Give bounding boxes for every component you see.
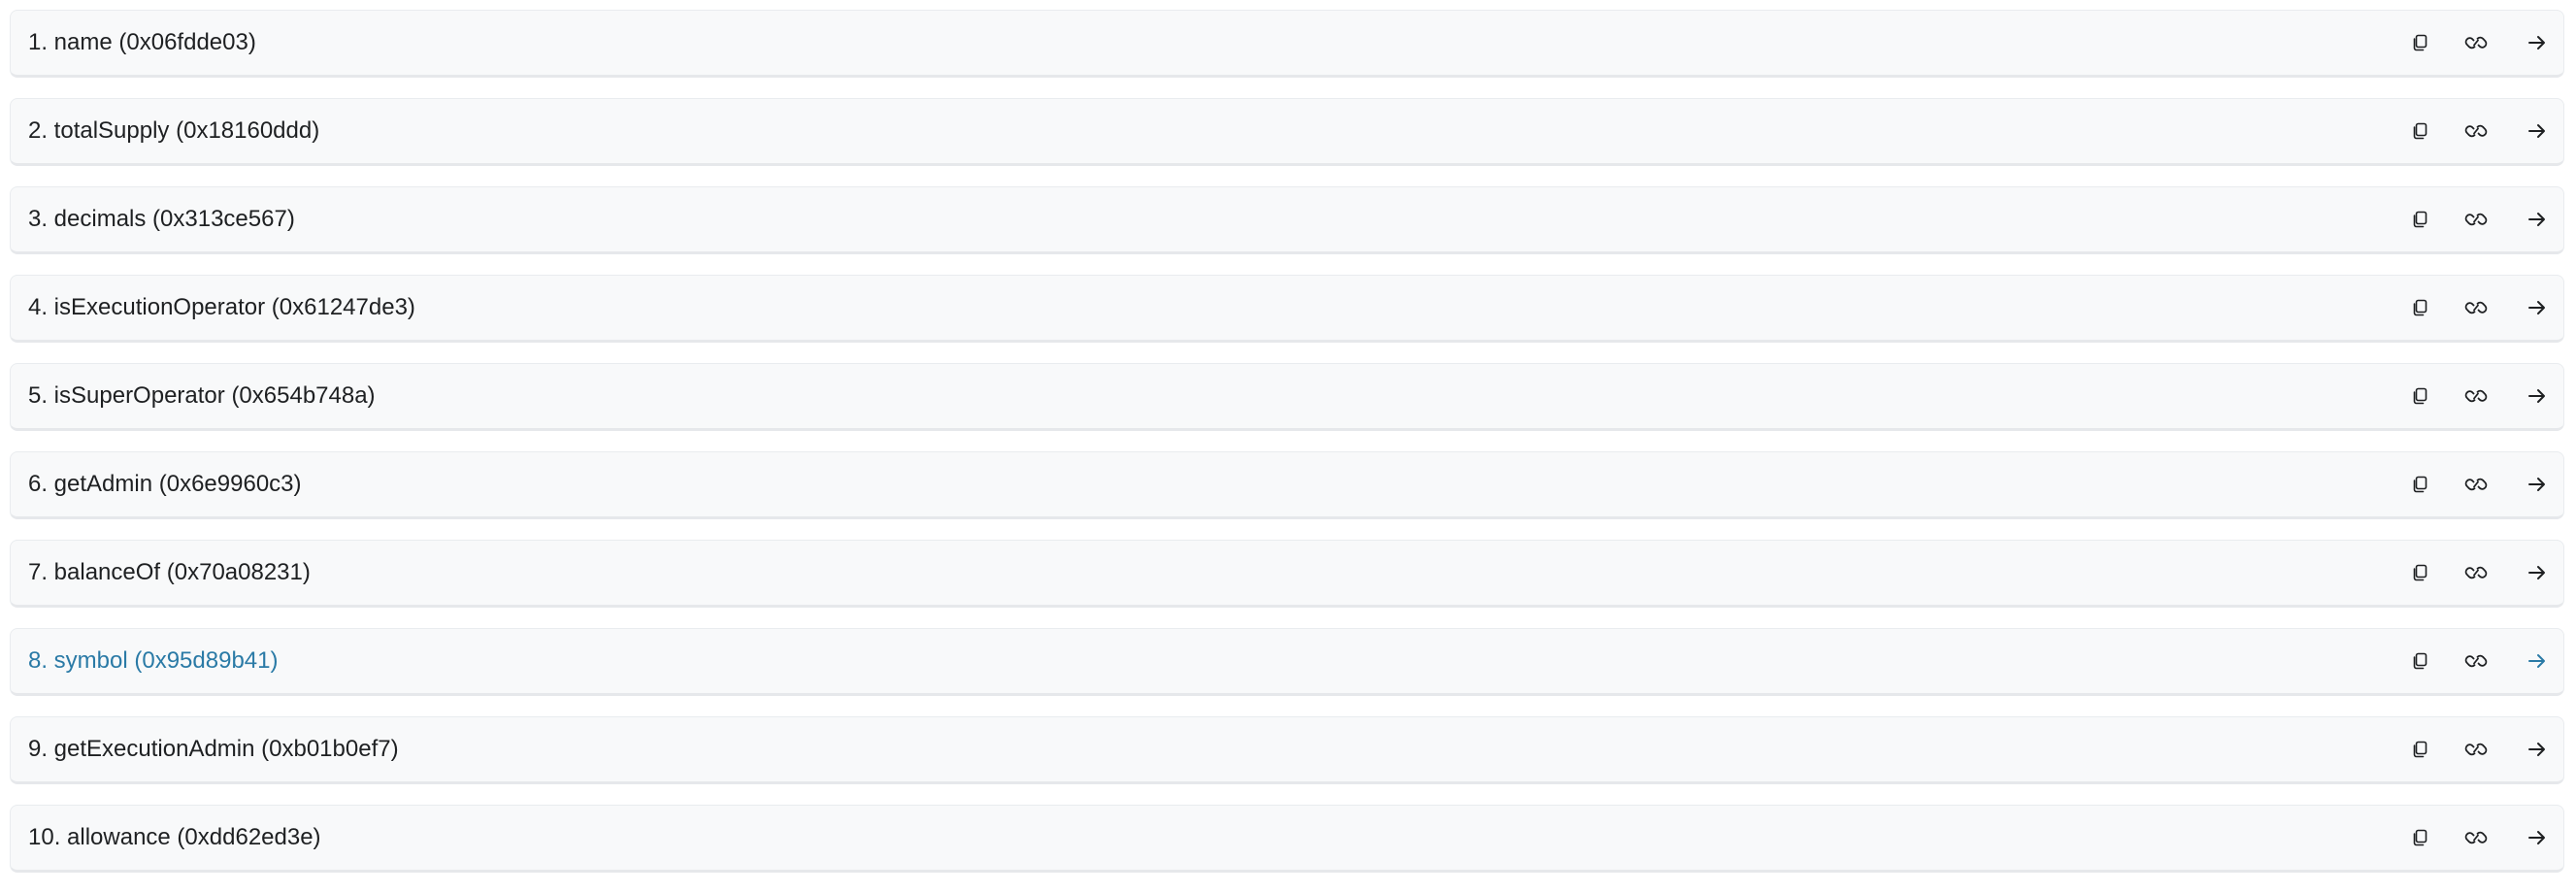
row-actions [2406, 11, 2563, 75]
copy-icon[interactable] [2406, 736, 2433, 763]
arrow-right-icon[interactable] [2524, 294, 2551, 321]
link-icon[interactable] [2462, 294, 2490, 321]
link-icon[interactable] [2462, 736, 2490, 763]
function-row-label: 9. getExecutionAdmin (0xb01b0ef7) [28, 736, 399, 762]
function-row-label: 1. name (0x06fdde03) [28, 29, 256, 55]
row-actions [2406, 187, 2563, 251]
function-row-label: 10. allowance (0xdd62ed3e) [28, 824, 321, 850]
function-row[interactable]: 1. name (0x06fdde03) [10, 10, 2564, 78]
arrow-right-icon[interactable] [2524, 824, 2551, 851]
copy-icon[interactable] [2406, 294, 2433, 321]
arrow-right-icon[interactable] [2524, 559, 2551, 586]
arrow-right-icon[interactable] [2524, 29, 2551, 56]
function-row[interactable]: 7. balanceOf (0x70a08231) [10, 540, 2564, 608]
row-actions [2406, 452, 2563, 516]
function-row-label: 6. getAdmin (0x6e9960c3) [28, 471, 302, 497]
function-row[interactable]: 8. symbol (0x95d89b41) [10, 628, 2564, 696]
function-row[interactable]: 9. getExecutionAdmin (0xb01b0ef7) [10, 716, 2564, 784]
row-actions [2406, 364, 2563, 428]
row-actions [2406, 629, 2563, 693]
function-row-label: 5. isSuperOperator (0x654b748a) [28, 382, 376, 409]
link-icon[interactable] [2462, 206, 2490, 233]
arrow-right-icon[interactable] [2524, 471, 2551, 498]
copy-icon[interactable] [2406, 559, 2433, 586]
link-icon[interactable] [2462, 29, 2490, 56]
copy-icon[interactable] [2406, 647, 2433, 675]
link-icon[interactable] [2462, 117, 2490, 145]
copy-icon[interactable] [2406, 471, 2433, 498]
copy-icon[interactable] [2406, 206, 2433, 233]
row-actions [2406, 276, 2563, 340]
function-row[interactable]: 3. decimals (0x313ce567) [10, 186, 2564, 254]
arrow-right-icon[interactable] [2524, 206, 2551, 233]
copy-icon[interactable] [2406, 824, 2433, 851]
function-row[interactable]: 6. getAdmin (0x6e9960c3) [10, 451, 2564, 519]
function-row-label: 8. symbol (0x95d89b41) [28, 647, 279, 674]
copy-icon[interactable] [2406, 29, 2433, 56]
function-row[interactable]: 10. allowance (0xdd62ed3e) [10, 805, 2564, 873]
row-actions [2406, 541, 2563, 605]
function-row[interactable]: 2. totalSupply (0x18160ddd) [10, 98, 2564, 166]
function-row[interactable]: 5. isSuperOperator (0x654b748a) [10, 363, 2564, 431]
link-icon[interactable] [2462, 647, 2490, 675]
arrow-right-icon[interactable] [2524, 647, 2551, 675]
arrow-right-icon[interactable] [2524, 117, 2551, 145]
function-row-label: 3. decimals (0x313ce567) [28, 206, 295, 232]
function-row-label: 2. totalSupply (0x18160ddd) [28, 117, 320, 144]
function-row[interactable]: 4. isExecutionOperator (0x61247de3) [10, 275, 2564, 343]
copy-icon[interactable] [2406, 117, 2433, 145]
row-actions [2406, 806, 2563, 870]
function-row-label: 4. isExecutionOperator (0x61247de3) [28, 294, 415, 320]
copy-icon[interactable] [2406, 382, 2433, 410]
link-icon[interactable] [2462, 471, 2490, 498]
link-icon[interactable] [2462, 382, 2490, 410]
arrow-right-icon[interactable] [2524, 382, 2551, 410]
arrow-right-icon[interactable] [2524, 736, 2551, 763]
read-functions-list: 1. name (0x06fdde03) 2. totalSupply (0x1… [10, 10, 2564, 893]
row-actions [2406, 717, 2563, 781]
link-icon[interactable] [2462, 824, 2490, 851]
link-icon[interactable] [2462, 559, 2490, 586]
function-row-label: 7. balanceOf (0x70a08231) [28, 559, 311, 585]
row-actions [2406, 99, 2563, 163]
